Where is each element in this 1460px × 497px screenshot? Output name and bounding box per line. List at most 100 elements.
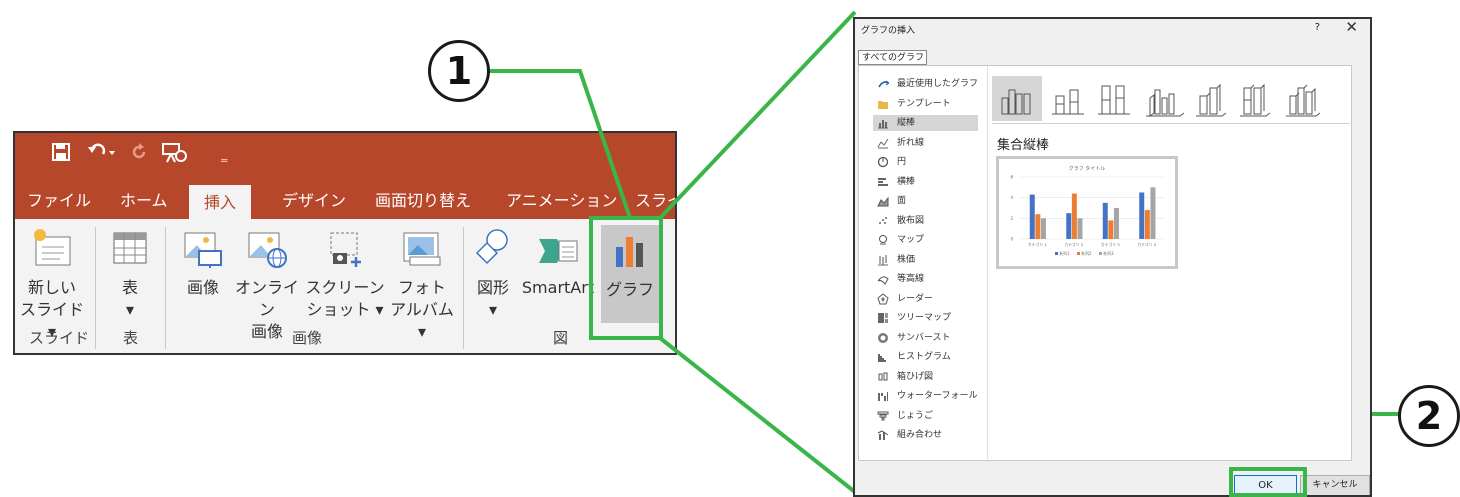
scatter-chart-icon <box>879 216 887 224</box>
chart-type-item[interactable]: 面 <box>877 193 977 209</box>
3d-stacked-column-icon[interactable] <box>1196 83 1227 117</box>
area-chart-icon <box>877 196 889 207</box>
chart-type-label: レーダー <box>897 293 934 304</box>
preview-x-tick-label: カテゴリ 2 <box>1064 242 1083 247</box>
dialog-content-panel: 最近使用したグラフテンプレート縦棒折れ線円横棒面散布図マップ株価等高線レーダーツ… <box>858 65 1352 462</box>
preview-bar <box>1102 202 1108 239</box>
preview-bar <box>1066 213 1072 239</box>
chart-type-label: ツリーマップ <box>897 313 952 323</box>
preview-x-tick-label: カテゴリ 1 <box>1028 242 1047 247</box>
chart-type-item[interactable]: マップ <box>877 232 977 248</box>
chart-type-item[interactable]: 株価 <box>877 252 977 268</box>
preview-x-tick-label: カテゴリ 3 <box>1101 242 1120 247</box>
chart-type-label: 面 <box>897 196 907 206</box>
insert-chart-dialog: グラフの挿入 ? ✕ すべてのグラフ 最近使用したグラフテンプレート縦棒折れ線円… <box>853 17 1372 497</box>
chart-type-item[interactable]: テンプレート <box>877 96 977 112</box>
preview-legend-swatch <box>1099 252 1102 255</box>
zoom-line-top <box>658 10 857 220</box>
close-icon[interactable]: ✕ <box>1345 19 1358 36</box>
chart-type-item[interactable]: 等高線 <box>877 271 977 287</box>
preview-legend-label: 系列3 <box>1103 250 1114 256</box>
combo-chart-icon <box>877 430 889 440</box>
chart-type-item[interactable]: 箱ひげ図 <box>877 369 977 385</box>
chart-type-item[interactable]: 組み合わせ <box>877 427 977 443</box>
chart-type-label: 最近使用したグラフ <box>897 79 979 89</box>
chart-type-item[interactable]: 円 <box>877 154 977 170</box>
preview-bar <box>1150 187 1156 239</box>
gallery-divider <box>992 123 1350 124</box>
chart-type-label: 縦棒 <box>897 118 916 128</box>
surface-chart-icon <box>877 276 889 285</box>
callout-number-2: 2 <box>1398 385 1460 447</box>
chart-subtype-title: 集合縦棒 <box>997 138 1050 153</box>
chart-type-item[interactable]: ツリーマップ <box>877 310 977 326</box>
preview-bar <box>1035 214 1041 239</box>
stacked-column-icon[interactable] <box>1052 89 1084 115</box>
folder-icon <box>878 100 888 109</box>
treemap-chart-icon <box>878 313 888 323</box>
sunburst-chart-icon <box>878 332 888 343</box>
chart-type-item[interactable]: ヒストグラム <box>877 349 977 365</box>
chart-type-item[interactable]: 散布図 <box>877 213 977 229</box>
chart-type-label: ウォーターフォール <box>897 391 978 401</box>
histogram-chart-icon <box>878 354 886 362</box>
preview-bar <box>1113 208 1119 239</box>
boxwhisker-chart-icon <box>878 372 888 380</box>
chart-type-label: 等高線 <box>897 274 925 284</box>
chart-type-label: 折れ線 <box>897 137 925 148</box>
percent-stacked-column-icon[interactable] <box>1098 85 1130 115</box>
chart-type-label: 箱ひげ図 <box>897 371 934 382</box>
chart-type-item[interactable]: じょうご <box>877 408 977 424</box>
dialog-title: グラフの挿入 <box>861 26 916 36</box>
panel-divider <box>987 66 988 462</box>
chart-type-label: ヒストグラム <box>897 352 951 362</box>
preview-bar <box>1040 218 1046 239</box>
map-chart-icon <box>879 235 887 245</box>
chart-preview[interactable]: グラフ タイトル 0 2 4 6 カテゴリ 1 カテゴリ 2 カテゴリ 3 カテゴリ 4 系列1 系… <box>996 156 1178 269</box>
chart-type-label: 横棒 <box>897 176 916 187</box>
preview-x-tick-label: カテゴリ 4 <box>1137 242 1156 247</box>
chart-type-item[interactable]: 横棒 <box>877 174 977 190</box>
preview-y-tick-label: 6 <box>1010 175 1013 180</box>
chart-type-label: 組み合わせ <box>897 430 943 440</box>
column-chart-icon <box>878 120 888 129</box>
chart-type-label: 円 <box>897 157 907 167</box>
tab-all-charts[interactable]: すべてのグラフ <box>858 50 927 65</box>
chart-type-item[interactable]: 折れ線 <box>877 135 977 151</box>
chart-type-label: 散布図 <box>897 215 925 226</box>
cancel-button[interactable]: キャンセル <box>1300 475 1370 495</box>
bar-chart-icon <box>878 177 888 186</box>
stock-chart-icon <box>878 254 888 265</box>
chart-button-highlight <box>589 216 663 340</box>
3d-clustered-column-icon[interactable] <box>1146 89 1185 117</box>
funnel-chart-icon <box>877 411 889 420</box>
clustered-column-icon[interactable] <box>1001 89 1031 115</box>
ok-button-highlight <box>1229 467 1307 497</box>
3d-percent-stacked-column-icon[interactable] <box>1240 83 1271 117</box>
help-button[interactable]: ? <box>1315 22 1320 33</box>
chart-type-item[interactable]: レーダー <box>877 291 977 307</box>
chart-subtype-gallery[interactable] <box>992 76 1352 121</box>
preview-legend-swatch <box>1055 252 1058 255</box>
3d-column-icon[interactable] <box>1286 84 1321 117</box>
preview-legend-label: 系列1 <box>1059 250 1070 256</box>
chart-type-label: サンバースト <box>897 332 951 343</box>
preview-bar <box>1077 218 1083 239</box>
chart-type-item[interactable]: 最近使用したグラフ <box>877 76 979 92</box>
chart-type-label: じょうご <box>897 410 934 421</box>
chart-type-item[interactable]: ウォーターフォール <box>877 388 977 404</box>
callout-number-1: 1 <box>428 40 490 102</box>
preview-bar <box>1108 220 1114 239</box>
preview-bar <box>1029 194 1035 239</box>
preview-legend-label: 系列2 <box>1081 250 1092 256</box>
radar-chart-icon <box>877 292 889 304</box>
preview-bar <box>1144 210 1150 239</box>
line-chart-icon <box>877 138 889 148</box>
pie-chart-icon <box>877 156 889 168</box>
recent-icon <box>878 80 889 88</box>
chart-type-label: マップ <box>897 235 925 245</box>
chart-type-item[interactable]: 縦棒 <box>873 115 978 131</box>
chart-preview-svg: グラフ タイトル 0 2 4 6 カテゴリ 1 カテゴリ 2 カテゴリ 3 カテゴリ 4 系列1 系… <box>1010 165 1165 256</box>
chart-type-item[interactable]: サンバースト <box>877 330 977 346</box>
preview-chart-title: グラフ タイトル <box>1069 165 1106 172</box>
